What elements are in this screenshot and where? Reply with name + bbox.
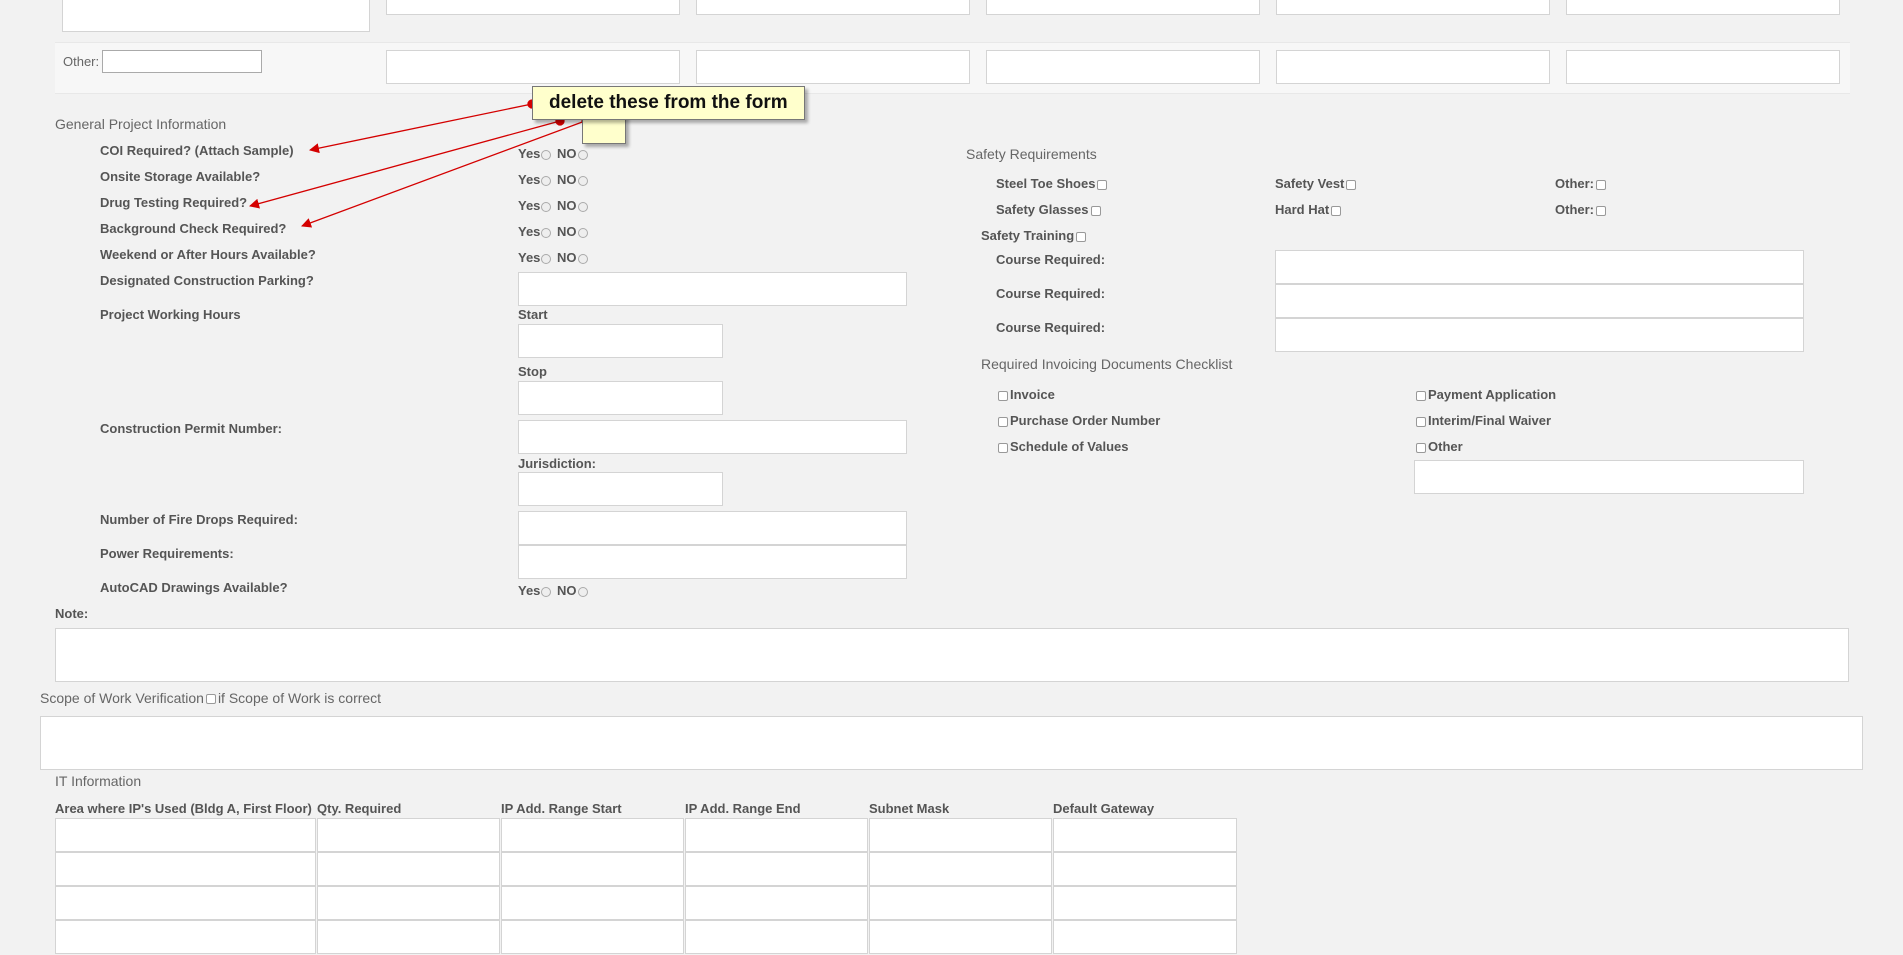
arrow-1 (309, 103, 533, 154)
arrow-2 (249, 120, 561, 209)
annotation-arrows (249, 99, 589, 228)
annotation-callout: delete these from the form (532, 86, 805, 120)
arrow-3 (301, 120, 586, 228)
